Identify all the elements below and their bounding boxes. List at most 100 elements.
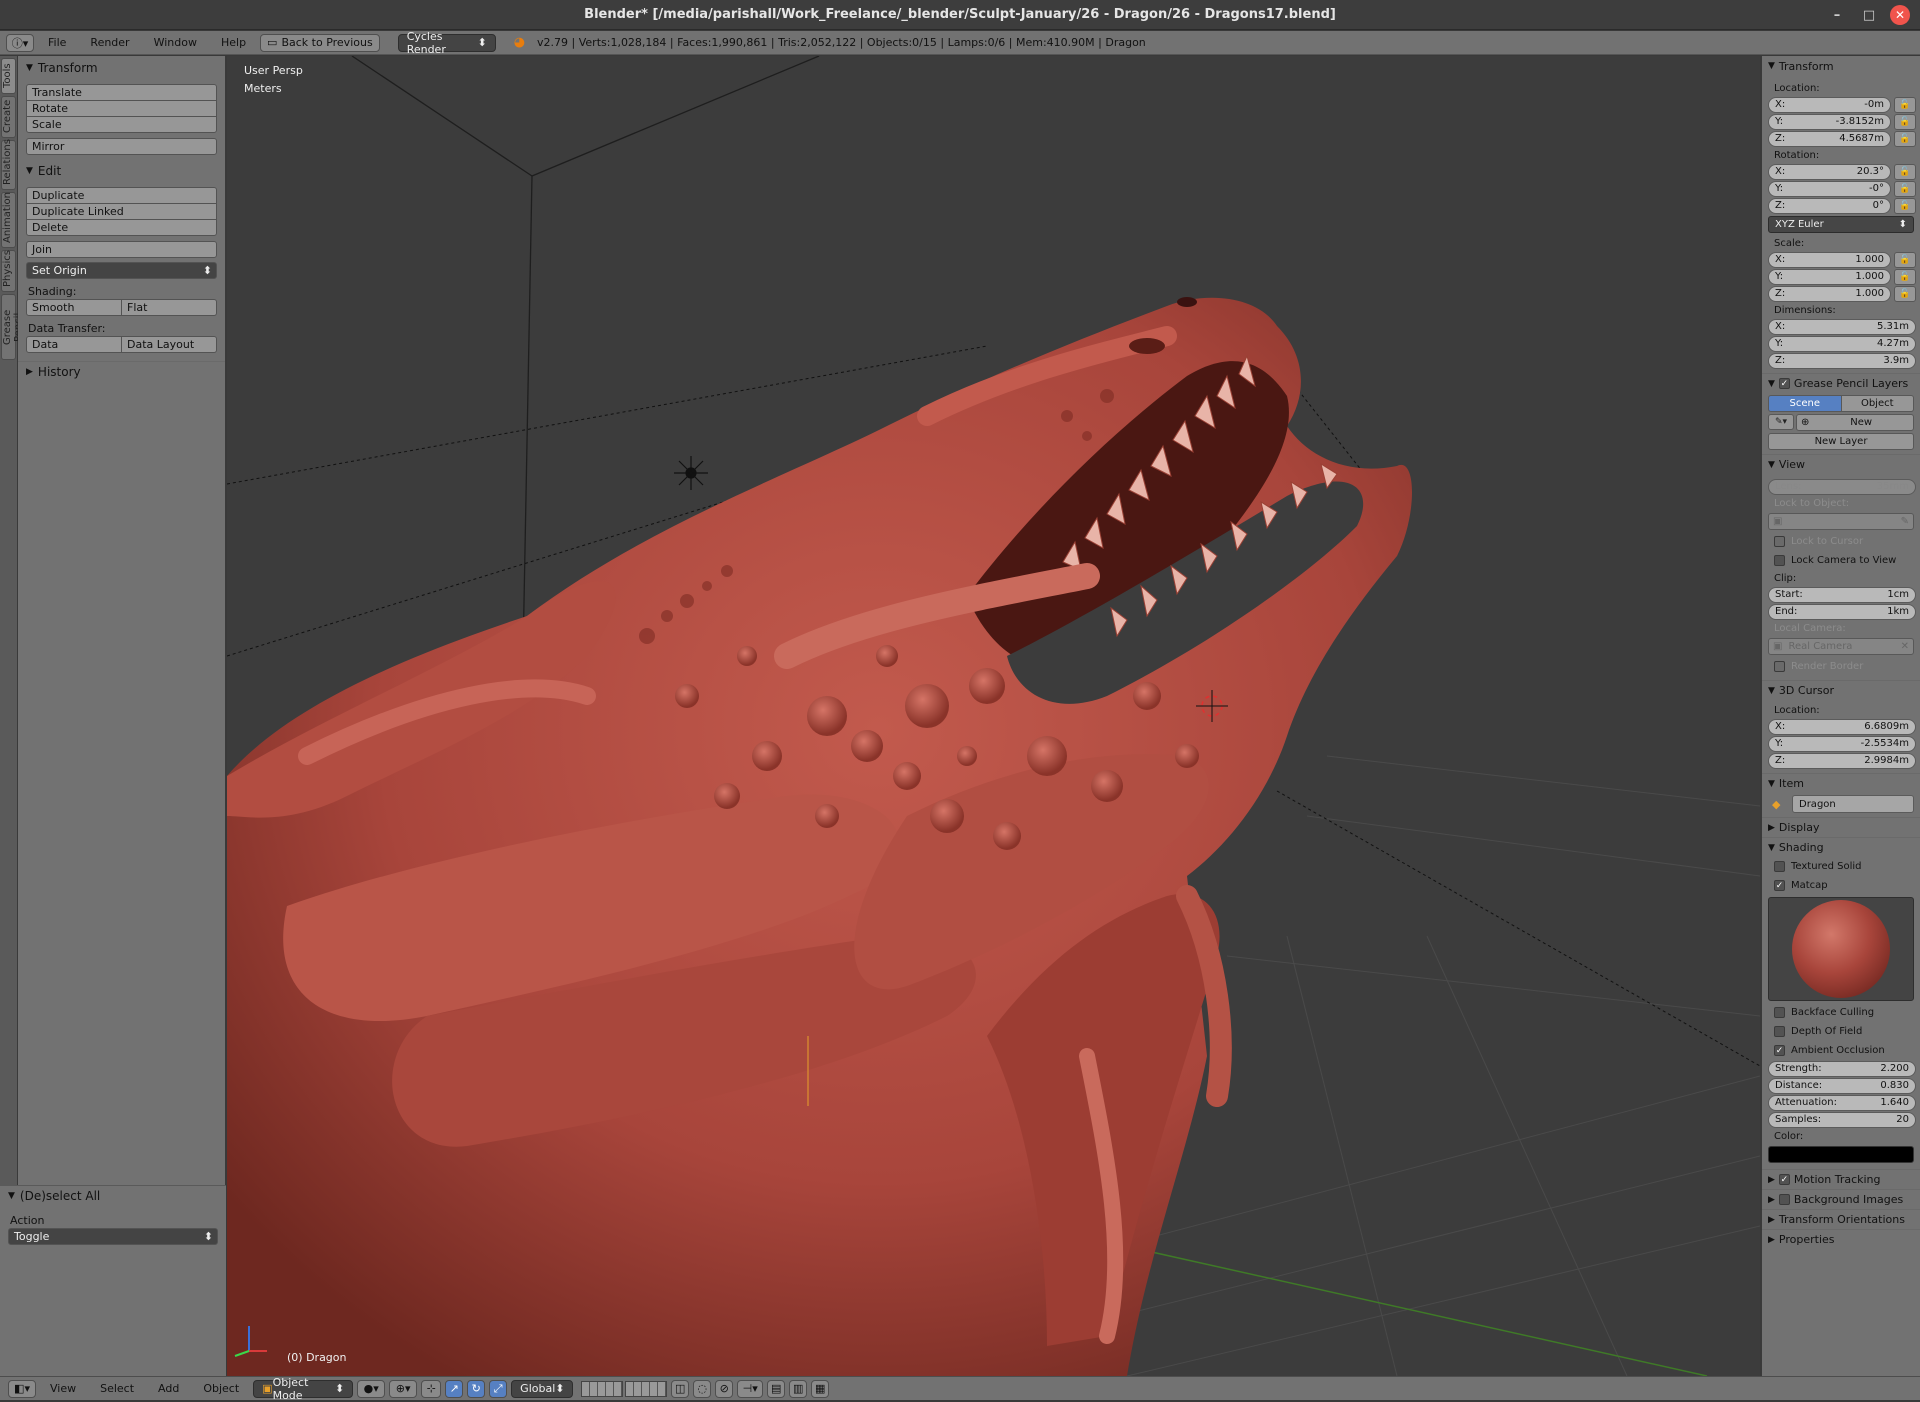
tab-grease-pencil[interactable]: Grease Pencil <box>1 294 24 360</box>
mirror-button[interactable]: Mirror <box>26 138 217 155</box>
snap-icon[interactable]: ⊘ <box>715 1379 734 1398</box>
checkbox-checked[interactable]: ✓ <box>1778 378 1790 389</box>
location-z-field[interactable]: Z: 4.5687m <box>1768 130 1891 147</box>
layer-buttons[interactable] <box>581 1380 668 1397</box>
translate-manipulator-icon[interactable]: ↗ <box>445 1379 464 1398</box>
ao-distance-field[interactable]: Distance: 0.830 <box>1768 1077 1916 1094</box>
opengl-animation-icon[interactable]: ▦ <box>811 1379 830 1398</box>
lock-icon[interactable]: 🔓 <box>1894 113 1916 130</box>
gp-new-layer-button[interactable]: New Layer <box>1768 433 1914 450</box>
tab-create[interactable]: Create <box>1 96 16 138</box>
manipulator-toggle-icon[interactable]: ⊹ <box>421 1379 442 1398</box>
rotation-z-field[interactable]: Z: 0° <box>1768 197 1891 214</box>
clip-end-field[interactable]: End: 1km <box>1768 603 1916 620</box>
translate-button[interactable]: Translate <box>26 84 217 101</box>
scale-button[interactable]: Scale <box>26 116 217 133</box>
set-origin-menu[interactable]: Set Origin ⬍ <box>26 262 217 279</box>
menu-object[interactable]: Object <box>193 1379 249 1399</box>
matcap-preview[interactable] <box>1768 897 1914 1001</box>
join-button[interactable]: Join <box>26 241 217 258</box>
checkbox-checked[interactable]: ✓ <box>1778 1174 1790 1185</box>
render-preview-icon[interactable]: ▤ <box>767 1379 786 1398</box>
smooth-button[interactable]: Smooth <box>26 299 122 316</box>
scale-y-field[interactable]: Y: 1.000 <box>1768 268 1891 285</box>
transform-panel-header[interactable]: ▼ Transform <box>18 58 225 78</box>
lens-field[interactable]: Lens: 35mm <box>1768 478 1916 495</box>
gp-object-button[interactable]: Object <box>1841 395 1914 412</box>
redo-panel-header[interactable]: ▼ (De)select All <box>0 1186 226 1206</box>
rotate-manipulator-icon[interactable]: ↻ <box>467 1379 486 1398</box>
textured-solid-checkbox[interactable]: Textured Solid <box>1762 857 1920 876</box>
opengl-render-icon[interactable]: ▥ <box>789 1379 808 1398</box>
history-panel-header[interactable]: ▶ History <box>18 361 225 381</box>
menu-help[interactable]: Help <box>211 33 256 53</box>
proportional-edit-icon[interactable]: ◌ <box>693 1379 712 1398</box>
lock-layers-icon[interactable]: ◫ <box>671 1379 690 1398</box>
location-y-field[interactable]: Y: -3.8152m <box>1768 113 1891 130</box>
rotation-mode-select[interactable]: XYZ Euler ⬍ <box>1768 216 1914 233</box>
tab-tools[interactable]: Tools <box>1 58 16 94</box>
menu-view[interactable]: View <box>40 1379 86 1399</box>
minimize-button[interactable]: – <box>1826 4 1848 26</box>
delete-button[interactable]: Delete <box>26 219 217 236</box>
ambient-occlusion-checkbox[interactable]: ✓ Ambient Occlusion <box>1762 1041 1920 1060</box>
pivot-point-button[interactable]: ⊕▾ <box>389 1379 418 1398</box>
cursor-y-field[interactable]: Y: -2.5534m <box>1768 735 1916 752</box>
menu-file[interactable]: File <box>38 33 76 53</box>
viewport-shading-button[interactable]: ●▾ <box>357 1379 386 1398</box>
location-x-field[interactable]: X: -0m <box>1768 96 1891 113</box>
matcap-checkbox[interactable]: ✓ Matcap <box>1762 876 1920 895</box>
menu-add[interactable]: Add <box>148 1379 189 1399</box>
lock-icon[interactable]: 🔓 <box>1894 197 1916 214</box>
scale-z-field[interactable]: Z: 1.000 <box>1768 285 1891 302</box>
rotate-button[interactable]: Rotate <box>26 100 217 117</box>
transform-panel-header[interactable]: ▼ Transform <box>1762 56 1920 76</box>
tab-animation[interactable]: Animation <box>1 192 16 248</box>
lock-icon[interactable]: 🔓 <box>1894 130 1916 147</box>
clip-start-field[interactable]: Start: 1cm <box>1768 586 1916 603</box>
rotation-y-field[interactable]: Y: -0° <box>1768 180 1891 197</box>
close-button[interactable]: ✕ <box>1890 5 1910 25</box>
local-camera-field[interactable]: ▣ Real Camera ✕ <box>1768 638 1914 655</box>
lock-icon[interactable]: 🔓 <box>1894 285 1916 302</box>
duplicate-linked-button[interactable]: Duplicate Linked <box>26 203 217 220</box>
back-to-previous-button[interactable]: ▭ Back to Previous <box>260 33 380 52</box>
grease-pencil-panel-header[interactable]: ▼ ✓ Grease Pencil Layers <box>1762 373 1920 393</box>
ao-samples-field[interactable]: Samples: 20 <box>1768 1111 1916 1128</box>
transform-orientation-select[interactable]: Global ⬍ <box>511 1379 574 1398</box>
maximize-button[interactable]: □ <box>1858 4 1880 26</box>
data-layout-button[interactable]: Data Layout <box>122 336 217 353</box>
ao-attenuation-field[interactable]: Attenuation: 1.640 <box>1768 1094 1916 1111</box>
view-panel-header[interactable]: ▼ View <box>1762 454 1920 474</box>
editor-type-button[interactable]: ◧▾ <box>8 1379 36 1398</box>
lock-camera-to-view-checkbox[interactable]: Lock Camera to View <box>1762 551 1920 570</box>
cursor-z-field[interactable]: Z: 2.9984m <box>1768 752 1916 769</box>
item-panel-header[interactable]: ▼ Item <box>1762 773 1920 793</box>
rotation-x-field[interactable]: X: 20.3° <box>1768 163 1891 180</box>
background-images-panel-header[interactable]: ▶ Background Images <box>1762 1189 1920 1209</box>
flat-button[interactable]: Flat <box>122 299 217 316</box>
pencil-icon[interactable]: ✎▾ <box>1768 414 1794 430</box>
dimension-y-field[interactable]: Y: 4.27m <box>1768 335 1916 352</box>
motion-tracking-panel-header[interactable]: ▶ ✓ Motion Tracking <box>1762 1169 1920 1189</box>
properties-panel-header[interactable]: ▶ Properties <box>1762 1229 1920 1249</box>
edit-panel-header[interactable]: ▼ Edit <box>18 161 225 181</box>
tab-physics[interactable]: Physics <box>1 250 16 292</box>
3d-cursor-panel-header[interactable]: ▼ 3D Cursor <box>1762 680 1920 700</box>
menu-select[interactable]: Select <box>90 1379 144 1399</box>
object-name-field[interactable]: Dragon <box>1792 795 1914 813</box>
checkbox-unchecked[interactable] <box>1778 1194 1790 1205</box>
dimension-z-field[interactable]: Z: 3.9m <box>1768 352 1916 369</box>
3d-viewport[interactable]: User Persp Meters (0) Dragon <box>227 56 1760 1376</box>
lock-icon[interactable]: 🔓 <box>1894 251 1916 268</box>
lock-icon[interactable]: 🔓 <box>1894 268 1916 285</box>
interaction-mode-select[interactable]: ▣ Object Mode ⬍ <box>253 1376 354 1402</box>
backface-culling-checkbox[interactable]: Backface Culling <box>1762 1003 1920 1022</box>
ao-strength-field[interactable]: Strength: 2.200 <box>1768 1060 1916 1077</box>
lock-icon[interactable]: 🔓 <box>1894 96 1916 113</box>
transform-orientations-panel-header[interactable]: ▶ Transform Orientations <box>1762 1209 1920 1229</box>
gp-scene-button[interactable]: Scene <box>1768 395 1842 412</box>
display-panel-header[interactable]: ▶ Display <box>1762 817 1920 837</box>
snap-element-icon[interactable]: ⊣▾ <box>737 1379 764 1398</box>
gp-new-button[interactable]: ⊕ New <box>1796 414 1914 431</box>
